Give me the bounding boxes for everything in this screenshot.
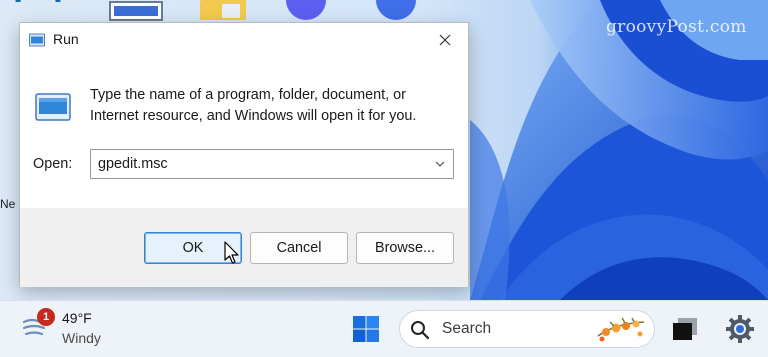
desktop-icon-user[interactable] xyxy=(12,0,64,22)
watermark: groovyPost.com xyxy=(606,17,747,37)
pointer-cursor-icon xyxy=(224,241,240,270)
dropdown-button[interactable] xyxy=(427,150,453,178)
settings-icon[interactable] xyxy=(724,313,756,350)
cancel-button[interactable]: Cancel xyxy=(250,232,348,264)
search-label: Search xyxy=(442,320,492,337)
search-icon xyxy=(410,320,430,345)
run-app-icon xyxy=(35,92,71,127)
open-combobox[interactable]: gpedit.msc xyxy=(90,149,454,179)
run-dialog: Run Type the name of a program, folder, … xyxy=(19,22,469,287)
instructions-text: Type the name of a program, folder, docu… xyxy=(90,87,417,124)
close-icon xyxy=(439,34,451,45)
taskbar-search-box[interactable]: Search xyxy=(399,310,655,348)
weather-temperature[interactable]: 49°F xyxy=(62,310,92,326)
close-button[interactable] xyxy=(422,23,468,56)
taskbar: 1 49°F Windy Search xyxy=(0,300,768,357)
open-label: Open: xyxy=(33,156,73,172)
windows-start-icon[interactable] xyxy=(352,315,380,348)
desktop-icon-window[interactable] xyxy=(108,0,164,22)
run-app-icon xyxy=(29,33,45,52)
desktop-icon-label[interactable]: Ne xyxy=(0,197,15,211)
open-input[interactable]: gpedit.msc xyxy=(91,156,427,172)
search-highlight-illustration xyxy=(594,314,648,349)
task-view-icon[interactable] xyxy=(672,317,698,346)
desktop-icon-app-purple[interactable] xyxy=(284,0,328,22)
dialog-footer: OK Cancel Browse... xyxy=(20,208,468,287)
desktop-icon-app-blue[interactable] xyxy=(374,0,418,22)
desktop-icon-folder[interactable] xyxy=(198,0,248,22)
chevron-down-icon xyxy=(435,161,445,167)
notification-badge: 1 xyxy=(37,308,55,326)
dialog-title: Run xyxy=(53,31,79,47)
title-bar[interactable]: Run xyxy=(20,23,468,56)
weather-condition[interactable]: Windy xyxy=(62,330,101,346)
browse-button[interactable]: Browse... xyxy=(356,232,454,264)
